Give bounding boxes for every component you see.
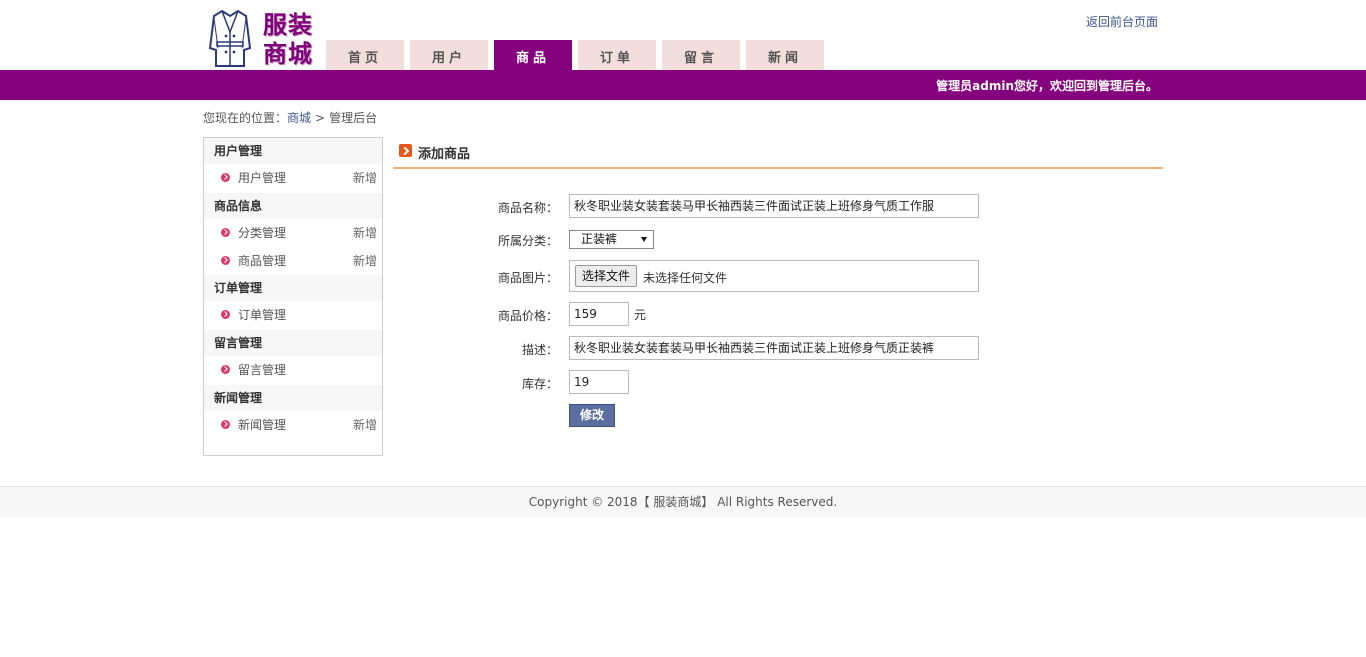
sidebar-group-title: 新闻管理 <box>214 391 263 405</box>
section-header: 添加商品 <box>393 140 1163 169</box>
arrow-bullet-icon <box>221 365 230 374</box>
stock-label: 库存： <box>521 377 558 391</box>
sidebar-add-link[interactable]: 新增 <box>353 164 377 193</box>
sidebar-group-users: 用户管理 用户管理 新增 <box>204 138 382 193</box>
nav-tab-news[interactable]: 新闻 <box>746 40 824 70</box>
nav-tab-users[interactable]: 用户 <box>410 40 488 70</box>
sidebar-item-label[interactable]: 留言管理 <box>238 363 286 377</box>
price-input[interactable]: 159 <box>569 302 629 326</box>
back-to-front-link[interactable]: 返回前台页面 <box>1086 13 1158 30</box>
sidebar-group-title: 用户管理 <box>214 144 263 158</box>
sidebar-item-label[interactable]: 新闻管理 <box>238 418 286 432</box>
sidebar-item-order-manage[interactable]: 订单管理 <box>204 301 382 330</box>
sidebar-item-category-manage[interactable]: 分类管理 新增 <box>204 219 382 248</box>
sidebar-group-news: 新闻管理 新闻管理 新增 <box>204 385 382 440</box>
file-upload-field: 选择文件 未选择任何文件 <box>569 260 979 292</box>
sidebar-item-label[interactable]: 分类管理 <box>238 226 286 240</box>
submit-button[interactable]: 修改 <box>569 404 615 427</box>
price-unit: 元 <box>634 308 647 322</box>
footer: Copyright © 2018【 服装商城】 All Rights Reser… <box>0 486 1366 517</box>
category-select[interactable]: 正装裤 <box>569 230 654 249</box>
sidebar-group-orders: 订单管理 订单管理 <box>204 275 382 330</box>
file-status-text: 未选择任何文件 <box>643 271 728 285</box>
price-label: 商品价格： <box>497 309 558 323</box>
nav-tab-messages[interactable]: 留言 <box>662 40 740 70</box>
breadcrumb-separator: > <box>315 111 326 125</box>
breadcrumb-current: 管理后台 <box>329 111 378 125</box>
arrow-bullet-icon <box>221 228 230 237</box>
category-label: 所属分类： <box>497 234 558 248</box>
sidebar-group-title: 订单管理 <box>214 281 263 295</box>
category-selected-value: 正装裤 <box>581 232 618 246</box>
admin-sidebar: 用户管理 用户管理 新增 商品信息 分类管理 新增 商品管理 新增 订单管理 订… <box>203 137 383 456</box>
breadcrumb-prefix: 您现在的位置： <box>203 111 288 125</box>
arrow-bullet-icon <box>221 256 230 265</box>
breadcrumb: 您现在的位置：商城 > 管理后台 <box>203 109 377 126</box>
main-nav: 首页 用户 商品 订单 留言 新闻 <box>326 40 830 70</box>
logo-text-line1: 服装 <box>263 10 313 39</box>
sidebar-add-link[interactable]: 新增 <box>353 248 377 275</box>
sidebar-group-products: 商品信息 分类管理 新增 商品管理 新增 <box>204 193 382 275</box>
dropdown-arrow-icon <box>641 237 647 242</box>
arrow-bullet-icon <box>221 173 230 182</box>
logo-text-line2: 商城 <box>263 39 313 68</box>
sidebar-add-link[interactable]: 新增 <box>353 219 377 248</box>
sidebar-item-message-manage[interactable]: 留言管理 <box>204 356 382 385</box>
sidebar-item-label[interactable]: 订单管理 <box>238 308 286 322</box>
choose-file-button[interactable]: 选择文件 <box>575 265 638 287</box>
welcome-text: 管理员admin您好，欢迎回到管理后台。 <box>936 79 1158 93</box>
arrow-bullet-icon <box>221 310 230 319</box>
description-label: 描述： <box>521 343 558 357</box>
nav-tab-orders[interactable]: 订单 <box>578 40 656 70</box>
arrow-right-icon <box>399 144 412 157</box>
nav-tab-home[interactable]: 首页 <box>326 40 404 70</box>
sidebar-group-title: 留言管理 <box>214 336 263 350</box>
site-logo[interactable]: 服装 商城 <box>208 8 318 70</box>
description-input[interactable]: 秋冬职业装女装套装马甲长袖西装三件面试正装上班修身气质正装裤 <box>569 336 979 360</box>
product-image-label: 商品图片： <box>497 271 558 285</box>
sidebar-item-news-manage[interactable]: 新闻管理 新增 <box>204 411 382 440</box>
header-banner: 管理员admin您好，欢迎回到管理后台。 <box>0 70 1366 100</box>
copyright-text: Copyright © 2018【 服装商城】 All Rights Reser… <box>528 495 838 509</box>
sidebar-item-label[interactable]: 商品管理 <box>238 254 286 268</box>
product-name-label: 商品名称： <box>497 201 558 215</box>
logo-text: 服装 商城 <box>263 10 313 68</box>
nav-tab-products[interactable]: 商品 <box>494 40 572 70</box>
section-title: 添加商品 <box>418 147 471 162</box>
sidebar-item-product-manage[interactable]: 商品管理 新增 <box>204 248 382 275</box>
sidebar-item-label[interactable]: 用户管理 <box>238 171 286 185</box>
sidebar-item-user-manage[interactable]: 用户管理 新增 <box>204 164 382 193</box>
stock-input[interactable]: 19 <box>569 370 629 394</box>
product-name-input[interactable]: 秋冬职业装女装套装马甲长袖西装三件面试正装上班修身气质工作服 <box>569 194 979 218</box>
breadcrumb-link-mall[interactable]: 商城 <box>287 111 311 125</box>
sidebar-add-link[interactable]: 新增 <box>353 411 377 440</box>
sidebar-group-messages: 留言管理 留言管理 <box>204 330 382 385</box>
arrow-bullet-icon <box>221 420 230 429</box>
coat-logo-icon <box>208 9 252 67</box>
sidebar-group-title: 商品信息 <box>214 199 263 213</box>
